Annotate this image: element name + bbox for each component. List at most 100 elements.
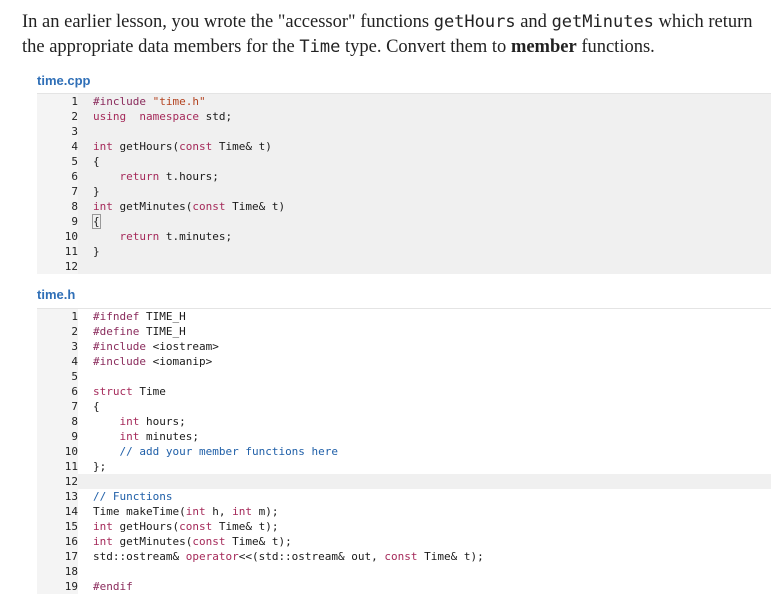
code-line[interactable]: 14 Time makeTime(int h, int m); [37,504,771,519]
instructions-text-4: type. Convert them to [340,37,511,57]
code-text: #include <iomanip> [93,354,212,369]
code-token: Time [132,385,166,398]
code-token: #include [93,340,146,353]
code-token: const [384,550,418,563]
code-token: h, [205,505,233,518]
code-text: #define TIME_H [93,324,186,339]
code-line[interactable]: 13 // Functions [37,489,771,504]
code-token: <<(std::ostream& out, [238,550,385,563]
code-token: int [93,200,113,213]
code-token: #include [93,355,146,368]
code-line[interactable]: 6 struct Time [37,384,771,399]
code-line[interactable]: 3 [37,124,771,139]
code-line[interactable]: 17 std::ostream& operator<<(std::ostream&… [37,549,771,564]
code-text: { [92,214,101,229]
code-token: minutes; [139,430,199,443]
line-number: 4 [37,139,78,154]
code-editor-time-h[interactable]: 1 #ifndef TIME_H 2 #define TIME_H 3 #include … [37,308,771,594]
code-line[interactable]: 16 int getMinutes(const Time& t); [37,534,771,549]
line-number: 6 [37,384,78,399]
code-token: t.minutes; [159,230,233,243]
code-line[interactable]: 10 // add your member functions here [37,444,771,459]
file-title-time-cpp[interactable]: time.cpp [37,73,90,88]
line-number: 3 [37,339,78,354]
code-token: int [93,535,113,548]
line-number: 2 [37,109,78,124]
code-token: "time.h" [152,95,206,108]
code-line[interactable]: 15 int getHours(const Time& t); [37,519,771,534]
line-number: 13 [37,489,78,504]
code-line[interactable]: 8 int hours; [37,414,771,429]
line-number: 10 [37,229,78,244]
code-token: int [93,140,113,153]
code-token: int [232,505,252,518]
code-text: } [93,244,100,259]
code-line[interactable]: 2 #define TIME_H [37,324,771,339]
code-token: #include [93,95,153,108]
code-time: Time [299,37,341,57]
code-line[interactable]: 12 [37,259,771,274]
code-line[interactable]: 11}; [37,459,771,474]
line-number: 16 [37,534,78,549]
instructions-paragraph: In an earlier lesson, you wrote the "acc… [22,10,767,60]
code-token: Time& t); [225,535,292,548]
code-line[interactable]: 7{ [37,399,771,414]
code-token: namespace [139,110,199,123]
instructions-text-2: and [515,12,552,32]
code-token: Time& t); [212,520,279,533]
code-text: #include "time.h" [93,94,206,109]
code-line[interactable]: 9{ [37,214,771,229]
code-token: { [92,214,101,229]
code-text: return t.hours; [93,169,219,184]
code-text: int hours; [93,414,186,429]
instructions-text-5: functions. [576,37,655,57]
code-line[interactable]: 7} [37,184,771,199]
code-line[interactable]: 6 return t.hours; [37,169,771,184]
code-text: using namespace std; [93,109,232,124]
code-token: } [93,185,100,198]
code-token: hours; [139,415,186,428]
file-title-time-h[interactable]: time.h [37,287,75,302]
code-token: TIME_H [139,325,186,338]
line-number: 12 [37,474,78,489]
code-line[interactable]: 19 #endif [37,579,771,594]
line-number: 12 [37,259,78,274]
code-token: int [119,430,140,443]
code-token: <iomanip> [145,355,213,368]
code-line[interactable]: 2 using namespace std; [37,109,771,124]
code-editor-time-cpp[interactable]: 1 #include "time.h" 2 using namespace std; 3… [37,93,771,274]
code-line[interactable]: 1 #include "time.h" [37,94,771,109]
line-number: 11 [37,244,78,259]
line-number: 15 [37,519,78,534]
code-text: int getMinutes(const Time& t) [93,199,285,214]
code-text: std::ostream& operator<<(std::ostream& o… [93,549,484,564]
code-line[interactable]: 12 [37,474,771,489]
line-number: 5 [37,154,78,169]
code-token: getMinutes( [112,200,193,213]
code-line[interactable]: 4 int getHours(const Time& t) [37,139,771,154]
code-line[interactable]: 18 [37,564,771,579]
code-line[interactable]: 5 [37,369,771,384]
code-line[interactable]: 11} [37,244,771,259]
code-line[interactable]: 1 #ifndef TIME_H [37,309,771,324]
line-number: 3 [37,124,78,139]
code-token: #ifndef [93,310,140,323]
code-line[interactable]: 10 return t.minutes; [37,229,771,244]
code-token: { [93,400,100,413]
code-line[interactable]: 8 int getMinutes(const Time& t) [37,199,771,214]
code-line[interactable]: 3 #include <iostream> [37,339,771,354]
code-line[interactable]: 4 #include <iomanip> [37,354,771,369]
line-number: 17 [37,549,78,564]
code-token: return [119,170,160,183]
code-text: #endif [93,579,133,594]
code-token: // add your member functions here [119,445,339,458]
code-token: std; [198,110,233,123]
code-line[interactable]: 9 int minutes; [37,429,771,444]
code-gethours: getHours [433,12,516,32]
code-line[interactable]: 5{ [37,154,771,169]
code-token: { [93,155,100,168]
code-text: return t.minutes; [93,229,233,244]
